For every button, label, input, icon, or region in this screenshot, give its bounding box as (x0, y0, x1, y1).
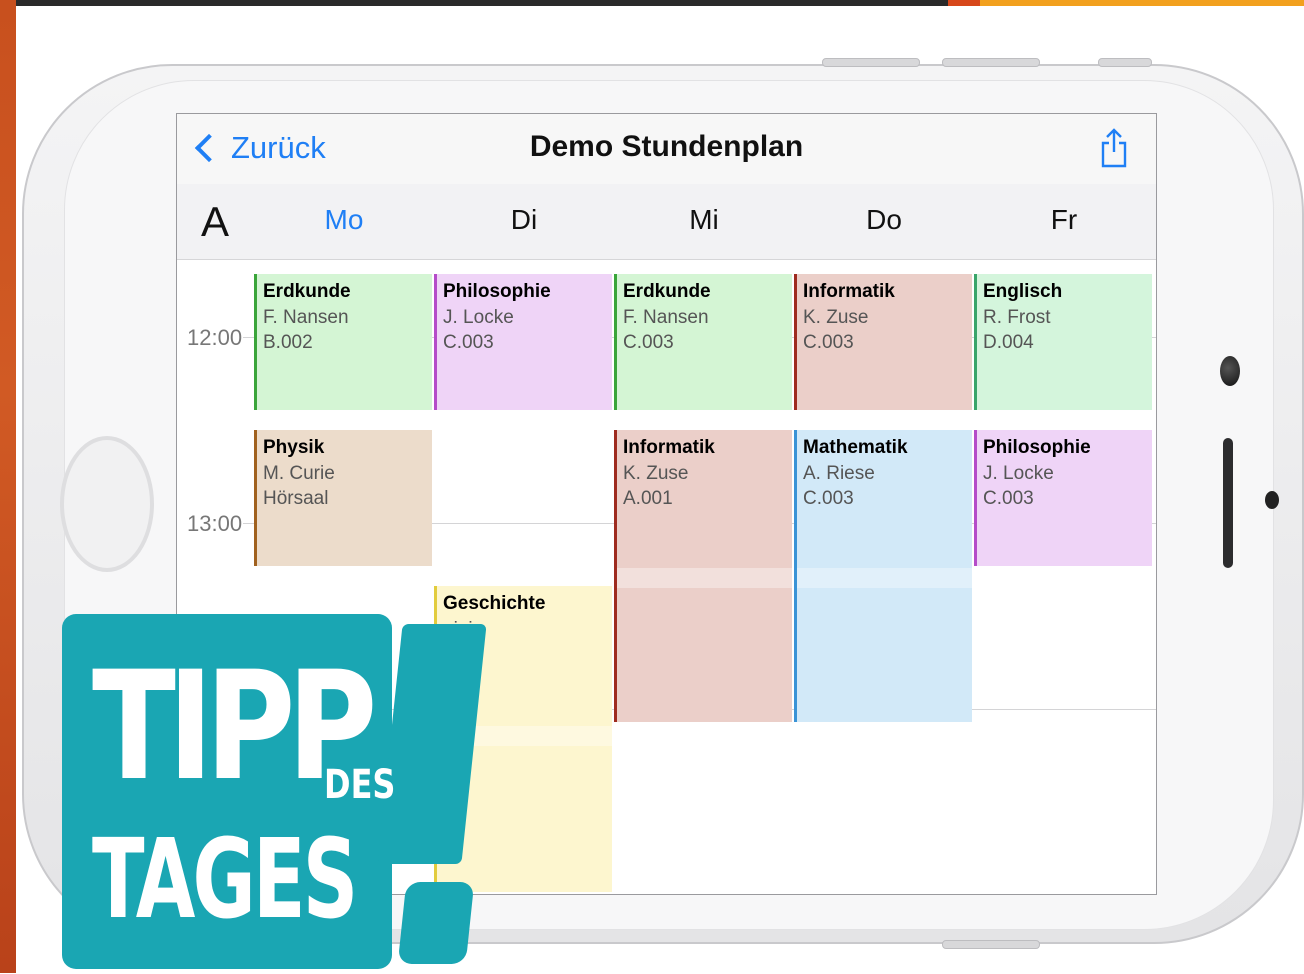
time-label: 12:00 (187, 325, 243, 350)
lesson-room: Hörsaal (263, 488, 329, 509)
week-label[interactable]: A (201, 198, 229, 246)
lesson-teacher: F. Nansen (623, 307, 709, 328)
lesson-teacher: R. Frost (983, 307, 1051, 328)
lesson-block[interactable]: Erdkunde F. Nansen C.003 (614, 274, 792, 410)
back-button[interactable]: Zurück (193, 124, 326, 172)
lesson-room: D.004 (983, 332, 1034, 353)
top-bar-accent (948, 0, 980, 6)
lesson-block[interactable]: Philosophie J. Locke C.003 (974, 430, 1152, 566)
tipp-des-tages-badge: TIPP DES TAGES (62, 614, 492, 974)
lesson-teacher: M. Curie (263, 463, 335, 484)
volume-button (942, 58, 1040, 67)
lesson-subject: Erdkunde (623, 281, 711, 302)
lesson-block[interactable]: Englisch R. Frost D.004 (974, 274, 1152, 410)
lesson-block[interactable]: Erdkunde F. Nansen B.002 (254, 274, 432, 410)
lesson-teacher: J. Locke (443, 307, 514, 328)
lesson-block[interactable]: Physik M. Curie Hörsaal (254, 430, 432, 566)
lesson-subject: Mathematik (803, 437, 908, 458)
lesson-subject: Englisch (983, 281, 1063, 302)
lesson-gap-band (797, 568, 972, 588)
home-button[interactable] (60, 436, 154, 572)
lesson-block[interactable]: Informatik K. Zuse A.001 (614, 430, 792, 722)
lesson-room: C.003 (983, 488, 1034, 509)
day-tab-do[interactable]: Do (794, 204, 974, 236)
day-tab-fr[interactable]: Fr (974, 204, 1154, 236)
lesson-room: A.001 (623, 488, 673, 509)
lesson-subject: Physik (263, 437, 325, 458)
navigation-bar: Zurück Demo Stundenplan (177, 114, 1156, 185)
front-camera (1220, 356, 1240, 386)
day-tab-mo[interactable]: Mo (254, 204, 434, 236)
left-edge-band (0, 0, 16, 973)
lesson-block[interactable]: Philosophie J. Locke C.003 (434, 274, 612, 410)
lesson-subject: Erdkunde (263, 281, 351, 302)
lesson-teacher: K. Zuse (803, 307, 869, 328)
lesson-block[interactable]: Mathematik A. Riese C.003 (794, 430, 972, 722)
bottom-button (942, 940, 1040, 949)
volume-button (822, 58, 920, 67)
lesson-room: C.003 (803, 332, 854, 353)
lesson-subject: Philosophie (983, 437, 1091, 458)
lesson-room: B.002 (263, 332, 313, 353)
lesson-gap-band (617, 568, 792, 588)
earpiece-speaker (1223, 438, 1233, 568)
lesson-teacher: J. Locke (983, 463, 1054, 484)
exclamation-icon (377, 624, 487, 864)
back-label: Zurück (231, 130, 326, 165)
proximity-sensor (1265, 491, 1279, 509)
top-bar-accent-orange (980, 0, 1304, 6)
lesson-subject: Philosophie (443, 281, 551, 302)
time-label: 13:00 (187, 511, 243, 536)
lesson-room: C.003 (623, 332, 674, 353)
top-bar (0, 0, 1304, 6)
lesson-subject: Informatik (803, 281, 895, 302)
day-tab-mi[interactable]: Mi (614, 204, 794, 236)
day-tab-di[interactable]: Di (434, 204, 614, 236)
lesson-teacher: F. Nansen (263, 307, 349, 328)
power-button (1098, 58, 1152, 67)
lesson-teacher: K. Zuse (623, 463, 689, 484)
lesson-room: C.003 (443, 332, 494, 353)
lesson-subject: Informatik (623, 437, 715, 458)
day-header-row: A Mo Di Mi Do Fr (177, 184, 1156, 260)
share-icon[interactable] (1100, 128, 1128, 168)
lesson-block[interactable]: Informatik K. Zuse C.003 (794, 274, 972, 410)
exclamation-dot (397, 882, 475, 964)
lesson-teacher: A. Riese (803, 463, 875, 484)
lesson-room: C.003 (803, 488, 854, 509)
badge-line-des: DES (324, 762, 396, 808)
lesson-subject: Geschichte (443, 593, 546, 614)
badge-line-tages: TAGES (92, 815, 358, 943)
chevron-left-icon (194, 133, 224, 163)
